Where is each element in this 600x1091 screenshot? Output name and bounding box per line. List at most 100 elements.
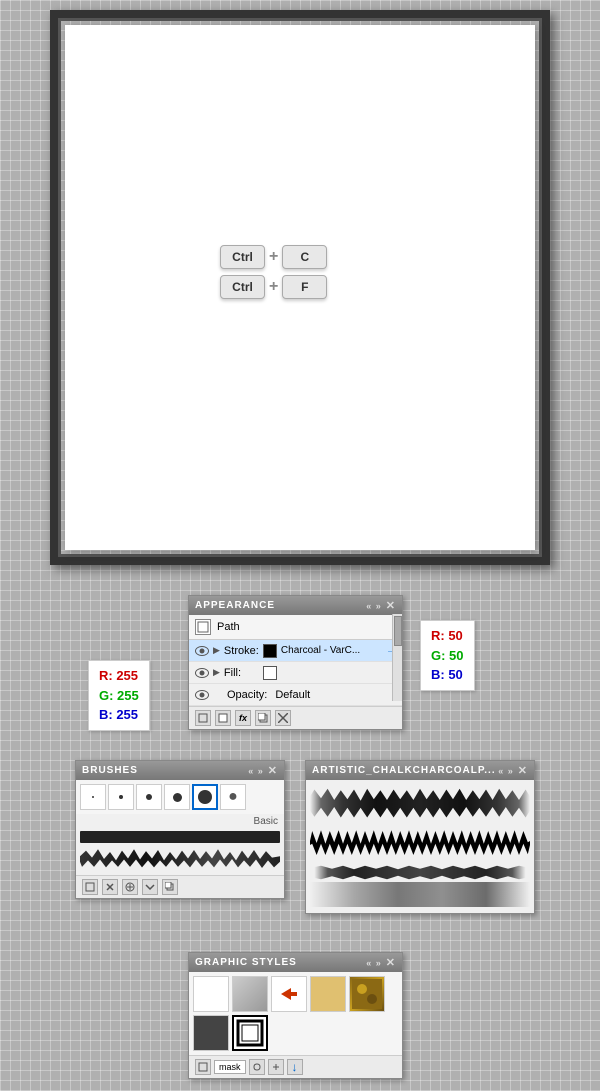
styles-new-icon[interactable] <box>195 1059 211 1075</box>
g-value-light: G: 255 <box>99 686 139 706</box>
b-value-light: B: 255 <box>99 705 139 725</box>
fill-label: Fill: <box>224 667 259 679</box>
expand-arrow-stroke[interactable]: ▶ <box>213 645 220 656</box>
add-stroke-icon[interactable] <box>195 710 211 726</box>
styles-grid <box>189 972 402 1055</box>
r-value-dark: R: 50 <box>431 626 464 646</box>
path-label: Path <box>217 621 240 633</box>
brush-dot-xl <box>198 790 212 804</box>
styles-expand-icon[interactable] <box>268 1059 284 1075</box>
artistic-header-controls: « » ✕ <box>498 764 528 777</box>
stroke-label: Stroke: <box>224 645 259 657</box>
brushes-expand-icon[interactable] <box>142 879 158 895</box>
g-value-dark: G: 50 <box>431 646 464 666</box>
brush-item-dot2[interactable] <box>108 784 134 810</box>
brushes-new-icon[interactable] <box>82 879 98 895</box>
f-key[interactable]: F <box>282 275 327 299</box>
graphic-styles-title: GRAPHIC STYLES <box>195 957 297 968</box>
styles-link-icon[interactable] <box>249 1059 265 1075</box>
path-icon <box>195 619 211 635</box>
color-info-dark: R: 50 G: 50 B: 50 <box>420 620 475 691</box>
brush-item-dot5[interactable] <box>192 784 218 810</box>
brushes-panel: BRUSHES « » ✕ ● Basic <box>75 760 285 899</box>
brushes-title: BRUSHES <box>82 765 138 776</box>
art-stroke-3[interactable] <box>310 865 530 880</box>
panel-close-icon[interactable]: ✕ <box>386 599 396 612</box>
fill-color-swatch[interactable] <box>263 666 277 680</box>
appearance-panel-header: APPEARANCE « » ✕ <box>189 596 402 615</box>
artistic-close-icon[interactable]: ✕ <box>518 764 528 777</box>
add-fill-icon[interactable] <box>215 710 231 726</box>
fill-row[interactable]: ▶ Fill: <box>189 662 402 684</box>
brush-item-dot4[interactable] <box>164 784 190 810</box>
artistic-collapse-arrows[interactable]: « » <box>498 766 514 776</box>
brushes-header-controls: « » ✕ <box>248 764 278 777</box>
visibility-icon-opacity[interactable] <box>195 690 209 700</box>
appearance-panel-footer: fx <box>189 706 402 729</box>
basic-label: Basic <box>76 814 284 829</box>
shortcuts-container: Ctrl + C Ctrl + F <box>220 245 327 299</box>
ctrl-key-paste[interactable]: Ctrl <box>220 275 265 299</box>
brush-item-more[interactable]: ● <box>220 784 246 810</box>
artistic-strokes <box>306 780 534 913</box>
duplicate-icon[interactable] <box>255 710 271 726</box>
art-stroke-4[interactable] <box>310 882 530 907</box>
brush-item-dot3[interactable] <box>136 784 162 810</box>
panel-scrollbar[interactable] <box>392 614 402 701</box>
c-key[interactable]: C <box>282 245 327 269</box>
brushes-collapse-arrows[interactable]: « » <box>248 766 264 776</box>
brushes-close-icon[interactable]: ✕ <box>268 764 278 777</box>
delete-icon[interactable] <box>275 710 291 726</box>
panel-collapse-arrows[interactable]: « » <box>366 601 382 611</box>
brush-dot-tiny <box>92 796 94 798</box>
style-item-white[interactable] <box>193 976 229 1012</box>
brush-dot-sm <box>119 795 123 799</box>
graphic-styles-collapse-arrows[interactable]: « » <box>366 958 382 968</box>
brush-stroke-preview <box>80 831 280 843</box>
brush-dot-md <box>146 794 152 800</box>
appearance-title: APPEARANCE <box>195 600 275 611</box>
artistic-panel: ARTISTIC_CHALKCHARCOALP... « » ✕ <box>305 760 535 914</box>
appearance-panel: APPEARANCE « » ✕ Path ▶ Stroke: Charcoal… <box>188 595 403 730</box>
color-info-light: R: 255 G: 255 B: 255 <box>88 660 150 731</box>
ctrl-key-copy[interactable]: Ctrl <box>220 245 265 269</box>
brush-dot-lg <box>173 793 182 802</box>
opacity-label: Opacity: <box>227 689 267 701</box>
stroke-row[interactable]: ▶ Stroke: Charcoal - VarC... → <box>189 640 402 662</box>
graphic-styles-panel: GRAPHIC STYLES « » ✕ <box>188 952 403 1079</box>
visibility-icon[interactable] <box>195 646 209 656</box>
style-item-gray[interactable] <box>232 976 268 1012</box>
style-item-active[interactable] <box>232 1015 268 1051</box>
brushes-duplicate-icon[interactable] <box>162 879 178 895</box>
mask-button[interactable]: mask <box>214 1060 246 1074</box>
style-item-dark[interactable] <box>193 1015 229 1051</box>
art-stroke-1[interactable] <box>310 786 530 821</box>
graphic-styles-header: GRAPHIC STYLES « » ✕ <box>189 953 402 972</box>
brushes-options-icon[interactable] <box>122 879 138 895</box>
appearance-panel-body: Path ▶ Stroke: Charcoal - VarC... → ▶ Fi… <box>189 615 402 706</box>
shortcut-copy-row: Ctrl + C <box>220 245 327 269</box>
style-item-4[interactable] <box>310 976 346 1012</box>
stroke-color-swatch[interactable] <box>263 644 277 658</box>
brushes-footer <box>76 875 284 898</box>
styles-arrow-down[interactable]: ↓ <box>287 1059 303 1075</box>
brush-stroke-rough <box>80 845 280 873</box>
brushes-grid: ● <box>76 780 284 814</box>
artistic-title: ARTISTIC_CHALKCHARCOALP... <box>312 765 496 776</box>
artistic-panel-header: ARTISTIC_CHALKCHARCOALP... « » ✕ <box>306 761 534 780</box>
expand-arrow-fill[interactable]: ▶ <box>213 667 220 678</box>
style-item-image[interactable] <box>349 976 385 1012</box>
plus-sign-paste: + <box>269 278 278 296</box>
brushes-delete-icon[interactable] <box>102 879 118 895</box>
art-stroke-2[interactable] <box>310 823 530 863</box>
opacity-value: Default <box>275 689 310 701</box>
r-value-light: R: 255 <box>99 666 139 686</box>
style-item-arrow[interactable] <box>271 976 307 1012</box>
graphic-styles-close-icon[interactable]: ✕ <box>386 956 396 969</box>
brush-item-dot1[interactable] <box>80 784 106 810</box>
brushes-panel-header: BRUSHES « » ✕ <box>76 761 284 780</box>
fx-button[interactable]: fx <box>235 710 251 726</box>
visibility-icon-fill[interactable] <box>195 668 209 678</box>
scrollbar-thumb[interactable] <box>394 616 402 646</box>
plus-sign-copy: + <box>269 248 278 266</box>
